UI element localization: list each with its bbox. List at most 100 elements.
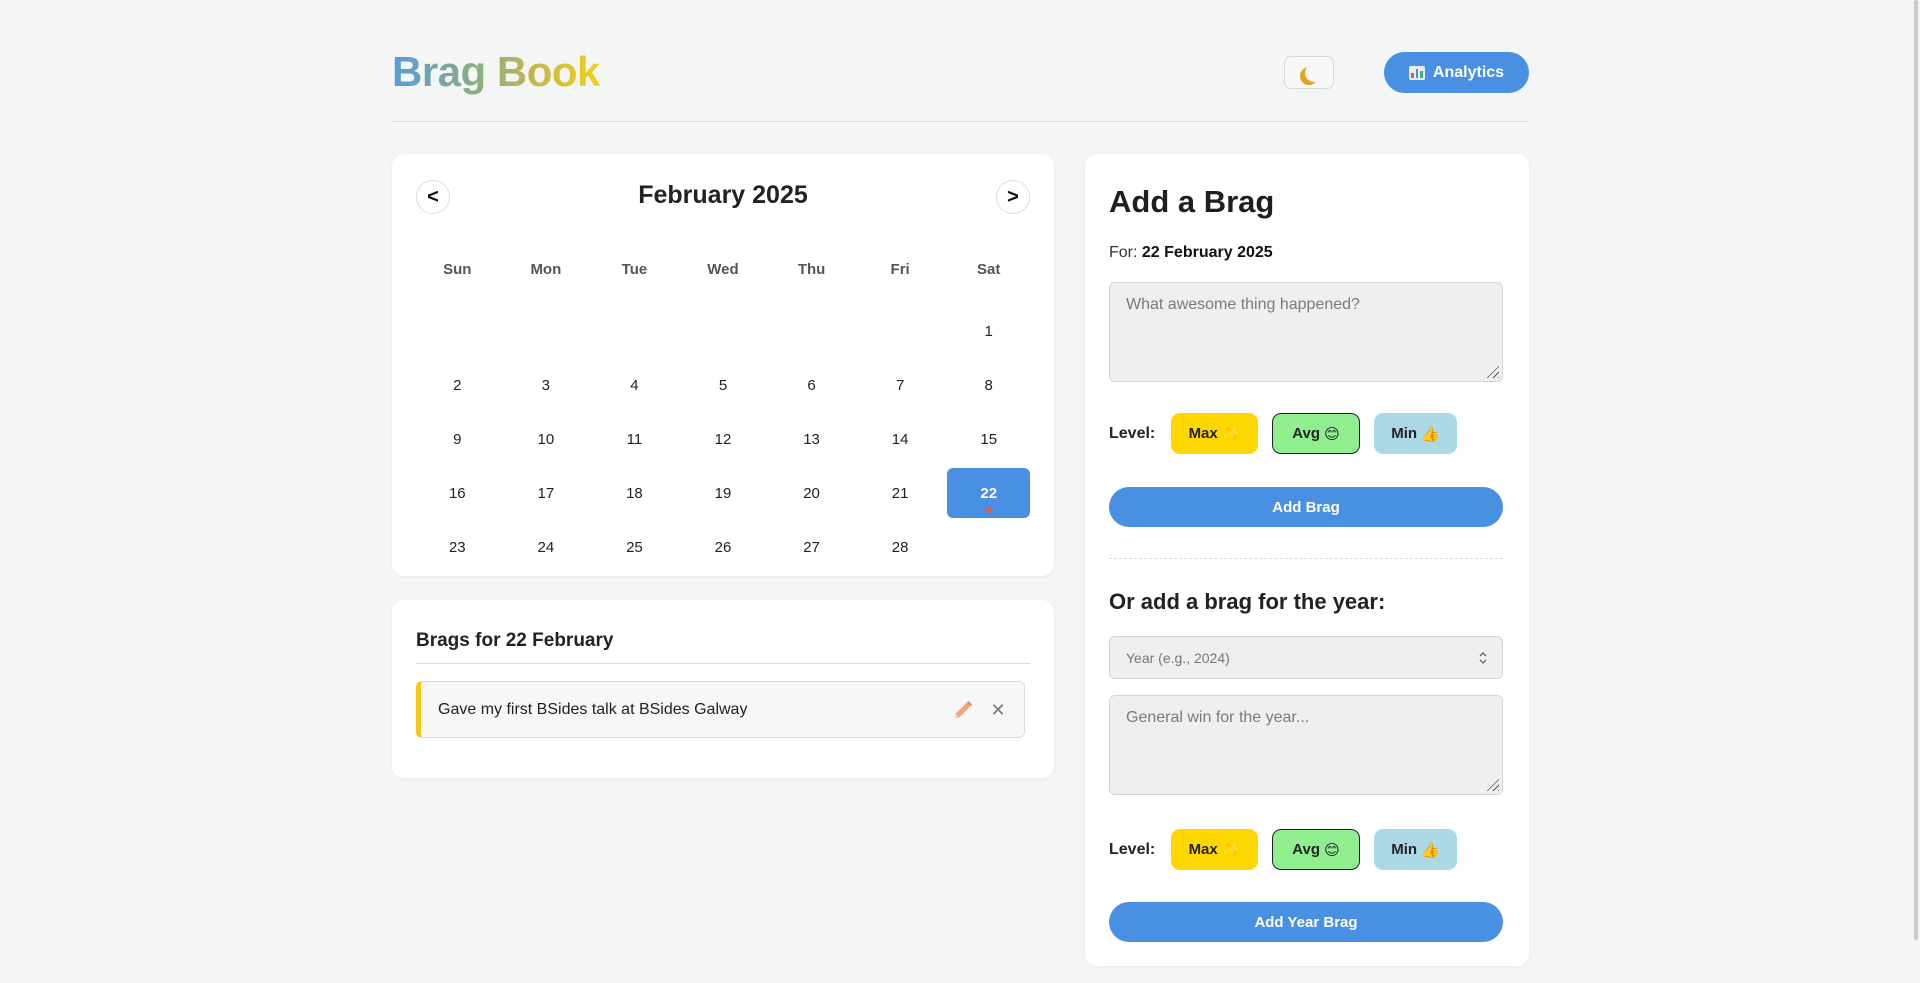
year-textarea-placeholder: General win for the year... <box>1126 709 1310 726</box>
calendar-month-title: February 2025 <box>638 181 808 209</box>
level-label: Level: <box>1109 424 1156 442</box>
calendar-day[interactable]: 14 <box>859 414 942 464</box>
brag-textarea-placeholder: What awesome thing happened? <box>1126 296 1360 313</box>
calendar-day-number: 13 <box>803 430 820 448</box>
spinner-arrows-icon[interactable] <box>1478 650 1488 666</box>
calendar-day[interactable]: 1 <box>947 306 1030 356</box>
calendar-day-number: 4 <box>630 376 639 394</box>
brag-indicator-dot <box>985 507 992 513</box>
calendar-day[interactable]: 4 <box>593 360 676 410</box>
calendar-day-number: 21 <box>891 484 909 502</box>
moon-icon <box>1305 64 1323 82</box>
level-avg-label: Avg <box>1292 425 1321 442</box>
resize-grip-icon[interactable] <box>1485 777 1499 791</box>
calendar-day-number: 9 <box>453 430 462 448</box>
calendar-day[interactable]: 3 <box>505 360 588 410</box>
calendar-day[interactable]: 7 <box>859 360 942 410</box>
year-level-avg-button[interactable]: Avg 😊 <box>1272 829 1360 870</box>
calendar-day[interactable]: 28 <box>859 522 942 572</box>
level-max-button[interactable]: Max ✨ <box>1171 413 1258 454</box>
weekday-header: Wed <box>707 260 739 278</box>
thumbs-up-icon: 👍 <box>1421 425 1440 443</box>
brag-textarea[interactable]: What awesome thing happened? <box>1109 282 1503 382</box>
for-date: 22 February 2025 <box>1141 244 1273 261</box>
calendar-day[interactable]: 9 <box>416 414 499 464</box>
app-header: Brag Book Analytics <box>392 0 1529 122</box>
calendar-day[interactable]: 17 <box>505 468 588 518</box>
add-year-brag-button[interactable]: Add Year Brag <box>1109 902 1503 942</box>
calendar-day-number: 24 <box>537 538 555 556</box>
add-brag-button[interactable]: Add Brag <box>1109 487 1503 527</box>
calendar-day[interactable]: 21 <box>859 468 942 518</box>
next-month-button[interactable]: > <box>996 180 1030 214</box>
calendar-day[interactable]: 19 <box>682 468 765 518</box>
calendar-day[interactable]: 11 <box>593 414 676 464</box>
calendar-grid: Sun Mon Tue Wed Thu Fri Sat 1 2 3 4 5 6 7 8 9 10 11 12 13 14… <box>416 250 1030 574</box>
edit-pencil-icon[interactable] <box>952 699 974 721</box>
year-number-input[interactable]: Year (e.g., 2024) <box>1109 636 1503 679</box>
calendar-day-number: 11 <box>626 430 643 448</box>
app-container: Brag Book Analytics < February 2025 > Su… <box>392 0 1529 966</box>
section-divider <box>1109 558 1503 559</box>
calendar-day[interactable]: 6 <box>770 360 853 410</box>
calendar-day[interactable]: 26 <box>682 522 765 572</box>
calendar-day-number: 28 <box>891 538 909 556</box>
weekday-header: Fri <box>890 260 910 278</box>
calendar-day[interactable]: 27 <box>770 522 853 572</box>
calendar-day[interactable]: 24 <box>505 522 588 572</box>
calendar-empty-cell <box>859 306 942 356</box>
page-scrollbar[interactable] <box>1914 0 1918 940</box>
brag-text: Gave my first BSides talk at BSides Galw… <box>438 700 748 718</box>
weekday-header: Sun <box>443 260 472 278</box>
calendar-day[interactable]: 23 <box>416 522 499 572</box>
level-avg-button[interactable]: Avg 😊 <box>1272 413 1360 454</box>
calendar-day-number: 19 <box>714 484 732 502</box>
brag-item: Gave my first BSides talk at BSides Galw… <box>416 681 1025 738</box>
analytics-button[interactable]: Analytics <box>1384 52 1529 93</box>
level-min-label: Min <box>1391 841 1418 858</box>
resize-grip-icon[interactable] <box>1485 364 1499 378</box>
year-level-min-button[interactable]: Min 👍 <box>1374 829 1457 870</box>
year-brag-textarea[interactable]: General win for the year... <box>1109 695 1503 795</box>
calendar-day-number: 1 <box>984 322 993 340</box>
calendar-day-number: 12 <box>714 430 732 448</box>
calendar-day[interactable]: 8 <box>947 360 1030 410</box>
calendar-day-number: 20 <box>803 484 820 502</box>
calendar-day-number: 5 <box>718 376 728 394</box>
level-avg-label: Avg <box>1292 841 1321 858</box>
calendar-day[interactable]: 18 <box>593 468 676 518</box>
calendar-day[interactable]: 25 <box>593 522 676 572</box>
add-brag-card: Add a Brag For: 22 February 2025 What aw… <box>1085 154 1529 966</box>
calendar-day-number: 18 <box>626 484 643 502</box>
bar-chart-icon <box>1408 65 1425 80</box>
calendar-day-number: 2 <box>453 376 462 394</box>
add-brag-title: Add a Brag <box>1109 184 1275 219</box>
year-input-placeholder: Year (e.g., 2024) <box>1126 649 1230 666</box>
calendar-day-number: 23 <box>448 538 466 556</box>
brags-list-title: Brags for 22 February <box>416 630 614 651</box>
calendar-day[interactable]: 15 <box>947 414 1030 464</box>
calendar-day[interactable]: 2 <box>416 360 499 410</box>
calendar-day-number: 6 <box>807 376 816 394</box>
calendar-day[interactable]: 12 <box>682 414 765 464</box>
theme-toggle-button[interactable] <box>1284 56 1334 89</box>
delete-close-icon[interactable]: ✕ <box>988 699 1008 721</box>
weekday-header: Mon <box>530 260 562 278</box>
calendar-day[interactable]: 20 <box>770 468 853 518</box>
calendar-empty-cell <box>770 306 853 356</box>
calendar-day[interactable]: 13 <box>770 414 853 464</box>
calendar-day[interactable]: 5 <box>682 360 765 410</box>
year-level-selector: Level: Max ✨ Avg 😊 Min 👍 <box>1109 829 1471 870</box>
calendar-day-selected[interactable]: 22 <box>947 468 1030 518</box>
calendar-empty-cell <box>505 306 588 356</box>
year-level-max-button[interactable]: Max ✨ <box>1171 829 1258 870</box>
calendar-day[interactable]: 16 <box>416 468 499 518</box>
calendar-empty-cell <box>682 306 765 356</box>
calendar-day-number: 25 <box>626 538 643 556</box>
level-max-label: Max <box>1188 841 1218 858</box>
for-date-line: For: 22 February 2025 <box>1109 244 1273 262</box>
level-min-button[interactable]: Min 👍 <box>1374 413 1457 454</box>
calendar-day-number: 15 <box>980 430 998 448</box>
calendar-day[interactable]: 10 <box>505 414 588 464</box>
calendar-day-number: 22 <box>980 484 998 502</box>
